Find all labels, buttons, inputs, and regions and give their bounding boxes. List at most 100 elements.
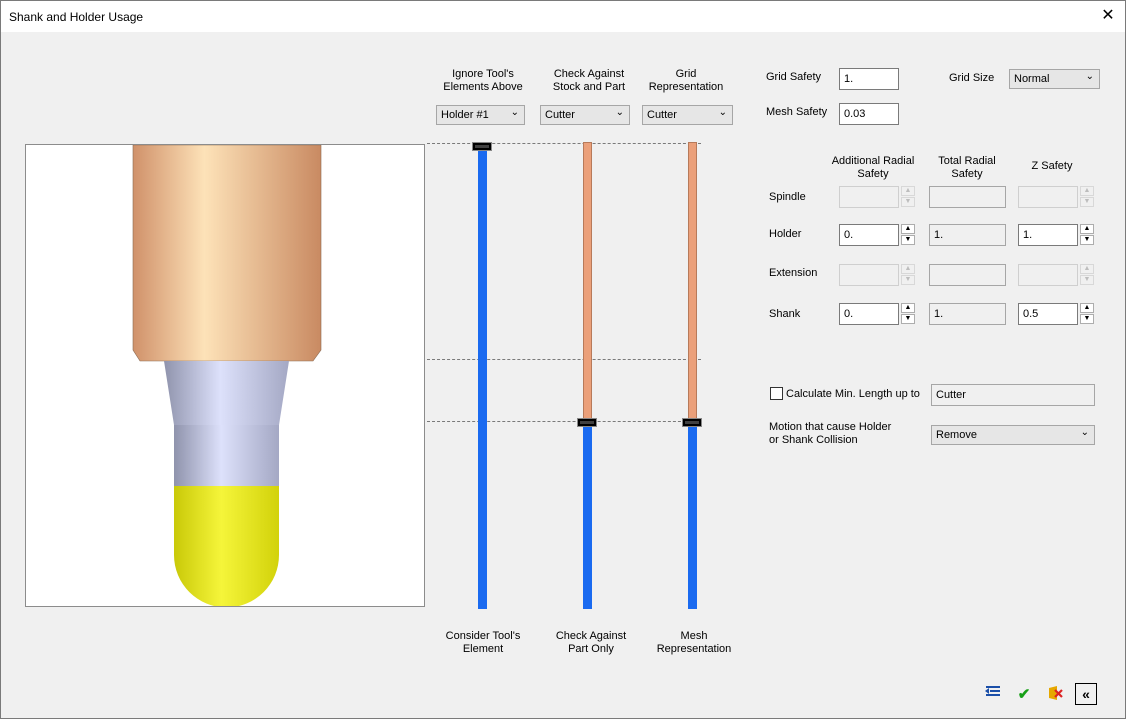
grid-safety-field[interactable]: 1. xyxy=(839,68,899,90)
cancel-icon[interactable] xyxy=(1044,684,1066,706)
ignore-slider-handle[interactable] xyxy=(472,142,492,151)
grid-size-select[interactable]: Normal ⌄ xyxy=(1009,69,1100,89)
ignore-header-line1: Ignore Tool's xyxy=(452,68,514,80)
shank-total-value: 1. xyxy=(934,308,944,320)
ignore-select-value: Holder #1 xyxy=(441,109,489,121)
spin-down-icon: ▼ xyxy=(901,197,915,207)
shank-z-value: 0.5 xyxy=(1023,308,1039,320)
spindle-label: Spindle xyxy=(769,191,806,203)
grid-footer-line2: Representation xyxy=(656,643,732,655)
z-safety-header: Z Safety xyxy=(1031,160,1073,172)
holder-z-spinner[interactable]: ▲ ▼ xyxy=(1080,224,1094,246)
close-icon[interactable]: ✕ xyxy=(1097,6,1119,26)
holder-z-field[interactable]: 1. xyxy=(1018,224,1078,246)
extension-shape xyxy=(164,361,289,425)
shank-label: Shank xyxy=(769,308,801,320)
shank-total-field: 1. xyxy=(929,303,1006,325)
chevron-down-icon: ⌄ xyxy=(510,107,519,118)
spin-down-icon: ▼ xyxy=(1080,197,1094,207)
grid-slider-handle[interactable] xyxy=(682,418,702,427)
spin-down-icon: ▼ xyxy=(1080,275,1094,285)
ignore-header-line2: Elements Above xyxy=(443,81,523,93)
chevron-down-icon: ⌄ xyxy=(718,107,727,118)
ignore-footer: Consider Tool's Element xyxy=(437,630,529,656)
holder-total-field: 1. xyxy=(929,224,1006,246)
tool-drawing xyxy=(132,145,322,606)
chevron-down-icon: ⌄ xyxy=(615,107,624,118)
spin-down-icon[interactable]: ▼ xyxy=(901,235,915,245)
ignore-select[interactable]: Holder #1 ⌄ xyxy=(436,105,525,125)
holder-additional-field[interactable]: 0. xyxy=(839,224,899,246)
grid-select-value: Cutter xyxy=(647,109,677,121)
spin-down-icon[interactable]: ▼ xyxy=(901,314,915,324)
holder-additional-value: 0. xyxy=(844,229,854,241)
check-slider-upper[interactable] xyxy=(583,142,592,423)
grid-slider-upper[interactable] xyxy=(688,142,697,423)
check-footer-line2: Part Only xyxy=(568,643,614,655)
motion-select[interactable]: Remove ⌄ xyxy=(931,425,1095,445)
shank-additional-value: 0. xyxy=(844,308,854,320)
grid-size-label: Grid Size xyxy=(949,72,995,84)
spin-up-icon[interactable]: ▲ xyxy=(1080,224,1094,234)
calc-min-length-value: Cutter xyxy=(936,389,966,401)
shank-additional-field[interactable]: 0. xyxy=(839,303,899,325)
spin-down-icon[interactable]: ▼ xyxy=(1080,314,1094,324)
chevron-down-icon: ⌄ xyxy=(1085,71,1094,82)
total-radial-header: Total Radial Safety xyxy=(927,155,1007,181)
calc-min-length-checkbox[interactable] xyxy=(770,387,783,400)
check-header-line2: Stock and Part xyxy=(552,81,626,93)
spindle-z-spinner: ▲ ▼ xyxy=(1080,186,1094,208)
spin-up-icon[interactable]: ▲ xyxy=(901,224,915,234)
spindle-z-field xyxy=(1018,186,1078,208)
holder-shape xyxy=(132,145,322,362)
check-header: Check Against Stock and Part xyxy=(541,68,637,94)
grid-size-value: Normal xyxy=(1014,73,1050,85)
grid-header-line2: Representation xyxy=(648,81,724,93)
spin-down-icon[interactable]: ▼ xyxy=(1080,235,1094,245)
spin-up-icon: ▲ xyxy=(901,186,915,196)
holder-additional-spinner[interactable]: ▲ ▼ xyxy=(901,224,915,246)
additional-header-line1: Additional Radial xyxy=(831,155,915,167)
dialog-window: Shank and Holder Usage ✕ Ignore Tool's E… xyxy=(0,0,1126,719)
load-list-icon[interactable] xyxy=(982,684,1004,706)
calc-min-length-label: Calculate Min. Length up to xyxy=(786,388,920,400)
holder-total-value: 1. xyxy=(934,229,944,241)
title-bar: Shank and Holder Usage ✕ xyxy=(1,1,1125,32)
spindle-additional-spinner: ▲ ▼ xyxy=(901,186,915,208)
check-icon[interactable]: ✔ xyxy=(1013,684,1035,706)
ignore-slider-track[interactable] xyxy=(478,147,487,609)
spin-up-icon: ▲ xyxy=(1080,264,1094,274)
check-slider-handle[interactable] xyxy=(577,418,597,427)
ignore-footer-line1: Consider Tool's xyxy=(445,630,521,642)
check-footer: Check Against Part Only xyxy=(542,630,640,656)
grid-footer-line1: Mesh xyxy=(680,630,708,642)
motion-label-line2: or Shank Collision xyxy=(769,434,858,446)
extension-label: Extension xyxy=(769,267,818,279)
mesh-safety-field[interactable]: 0.03 xyxy=(839,103,899,125)
extension-additional-field xyxy=(839,264,899,286)
shank-additional-spinner[interactable]: ▲ ▼ xyxy=(901,303,915,325)
grid-footer: Mesh Representation xyxy=(647,630,741,656)
motion-label-line1: Motion that cause Holder xyxy=(769,421,892,433)
extension-z-field xyxy=(1018,264,1078,286)
check-header-line1: Check Against xyxy=(553,68,625,80)
spin-up-icon: ▲ xyxy=(1080,186,1094,196)
grid-safety-label: Grid Safety xyxy=(766,71,822,83)
check-select[interactable]: Cutter ⌄ xyxy=(540,105,630,125)
spin-up-icon: ▲ xyxy=(901,264,915,274)
grid-slider-lower[interactable] xyxy=(688,423,697,609)
extension-z-spinner: ▲ ▼ xyxy=(1080,264,1094,286)
ignore-header: Ignore Tool's Elements Above xyxy=(437,68,529,94)
chevron-down-icon: ⌄ xyxy=(1080,427,1089,438)
collapse-icon[interactable]: « xyxy=(1075,683,1097,705)
shank-bottom-guide xyxy=(427,421,701,422)
cutter-shape xyxy=(174,486,279,606)
check-select-value: Cutter xyxy=(545,109,575,121)
additional-header-line2: Safety xyxy=(857,168,889,180)
grid-select[interactable]: Cutter ⌄ xyxy=(642,105,733,125)
spin-up-icon[interactable]: ▲ xyxy=(901,303,915,313)
check-slider-lower[interactable] xyxy=(583,423,592,609)
shank-z-spinner[interactable]: ▲ ▼ xyxy=(1080,303,1094,325)
shank-z-field[interactable]: 0.5 xyxy=(1018,303,1078,325)
spin-up-icon[interactable]: ▲ xyxy=(1080,303,1094,313)
